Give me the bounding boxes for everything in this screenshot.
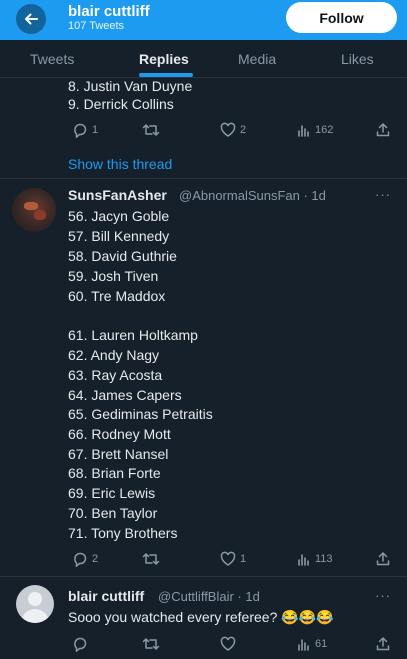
share-button[interactable] <box>375 550 391 568</box>
views-button[interactable]: 61 <box>297 635 327 653</box>
tweet-line: 70. Ben Taylor <box>68 505 158 521</box>
tweet-line: 69. Eric Lewis <box>68 485 156 501</box>
avatar[interactable] <box>12 188 56 232</box>
retweet-button[interactable] <box>142 635 160 653</box>
reply-icon <box>74 637 87 652</box>
views-count: 162 <box>315 124 334 136</box>
profile-tabs: Tweets Replies Media Likes <box>0 40 407 78</box>
share-button[interactable] <box>375 635 391 653</box>
like-button[interactable] <box>220 635 236 653</box>
like-icon <box>220 551 236 566</box>
avatar[interactable] <box>16 585 54 623</box>
tweet-text: Sooo you watched every referee? 😂😂😂 <box>68 609 334 626</box>
share-button[interactable] <box>375 121 391 139</box>
tweet-body: Sooo you watched every referee? <box>68 609 278 625</box>
share-icon <box>376 123 390 137</box>
retweet-icon <box>142 553 160 565</box>
like-button[interactable]: 2 <box>220 121 246 139</box>
views-icon <box>298 554 309 566</box>
tweet-line: 57. Bill Kennedy <box>68 228 170 244</box>
tweet-count: 107 Tweets <box>68 20 125 32</box>
more-icon[interactable]: ··· <box>375 187 391 202</box>
tweet-divider <box>0 178 407 179</box>
like-icon <box>220 122 236 137</box>
reply-button[interactable]: 1 <box>72 121 98 139</box>
tab-replies[interactable]: Replies <box>139 51 189 67</box>
profile-name: blair cuttliff <box>68 3 150 20</box>
tweet-line: 64. James Capers <box>68 387 182 403</box>
reply-button[interactable]: 2 <box>72 550 98 568</box>
retweet-button[interactable] <box>142 550 160 568</box>
author-name[interactable]: SunsFanAsher <box>68 187 167 203</box>
tweet-line: 66. Rodney Mott <box>68 426 171 442</box>
show-thread-link[interactable]: Show this thread <box>68 156 172 172</box>
tweet-line: 63. Ray Acosta <box>68 367 163 383</box>
more-icon[interactable]: ··· <box>375 588 391 603</box>
profile-header: blair cuttliff 107 Tweets Follow <box>0 0 407 40</box>
tweet-line: 56. Jacyn Goble <box>68 208 170 224</box>
author-handle-time[interactable]: @AbnormalSunsFan · 1d <box>179 188 326 203</box>
follow-button[interactable]: Follow <box>286 2 397 33</box>
tweet-line: 65. Gediminas Petraitis <box>68 406 213 422</box>
tweet-line: 59. Josh Tiven <box>68 268 159 284</box>
like-button[interactable]: 1 <box>220 550 246 568</box>
share-icon <box>376 552 390 566</box>
views-button[interactable]: 113 <box>297 550 333 568</box>
tweet-line: 9. Derrick Collins <box>68 96 174 112</box>
views-count: 61 <box>315 638 328 650</box>
reply-icon <box>74 552 87 567</box>
share-icon <box>376 637 390 651</box>
tweet-line: 58. David Guthrie <box>68 248 177 264</box>
tweet-line: 68. Brian Forte <box>68 465 161 481</box>
tab-tweets[interactable]: Tweets <box>30 51 74 67</box>
views-count: 113 <box>315 553 333 565</box>
reply-count: 2 <box>92 553 99 565</box>
tweet-divider <box>0 576 407 577</box>
views-icon <box>298 125 309 137</box>
like-count: 1 <box>240 553 247 565</box>
like-icon <box>220 636 236 651</box>
emoji: 😂😂😂 <box>281 609 334 625</box>
author-name[interactable]: blair cuttliff <box>68 588 144 604</box>
retweet-icon <box>142 638 160 650</box>
tweet-line: 61. Lauren Holtkamp <box>68 327 198 343</box>
retweet-icon <box>142 124 160 136</box>
reply-button[interactable] <box>72 635 88 653</box>
reply-icon <box>74 123 87 138</box>
back-button[interactable] <box>16 4 46 34</box>
tweet-line: 67. Brett Nansel <box>68 446 169 462</box>
back-arrow-icon <box>25 13 38 25</box>
views-icon <box>298 639 309 651</box>
author-handle-time[interactable]: @CuttliffBlair · 1d <box>158 589 260 604</box>
tweet-line: 60. Tre Maddox <box>68 288 166 304</box>
reply-count: 1 <box>92 124 99 136</box>
like-count: 2 <box>240 124 247 136</box>
tweet-line: 62. Andy Nagy <box>68 347 160 363</box>
active-tab-indicator <box>139 73 193 77</box>
tweet-line: 8. Justin Van Duyne <box>68 78 193 94</box>
retweet-button[interactable] <box>142 121 160 139</box>
views-button[interactable]: 162 <box>297 121 333 139</box>
tweet-line: 71. Tony Brothers <box>68 525 178 541</box>
tab-media[interactable]: Media <box>238 51 276 67</box>
tab-likes[interactable]: Likes <box>341 51 374 67</box>
